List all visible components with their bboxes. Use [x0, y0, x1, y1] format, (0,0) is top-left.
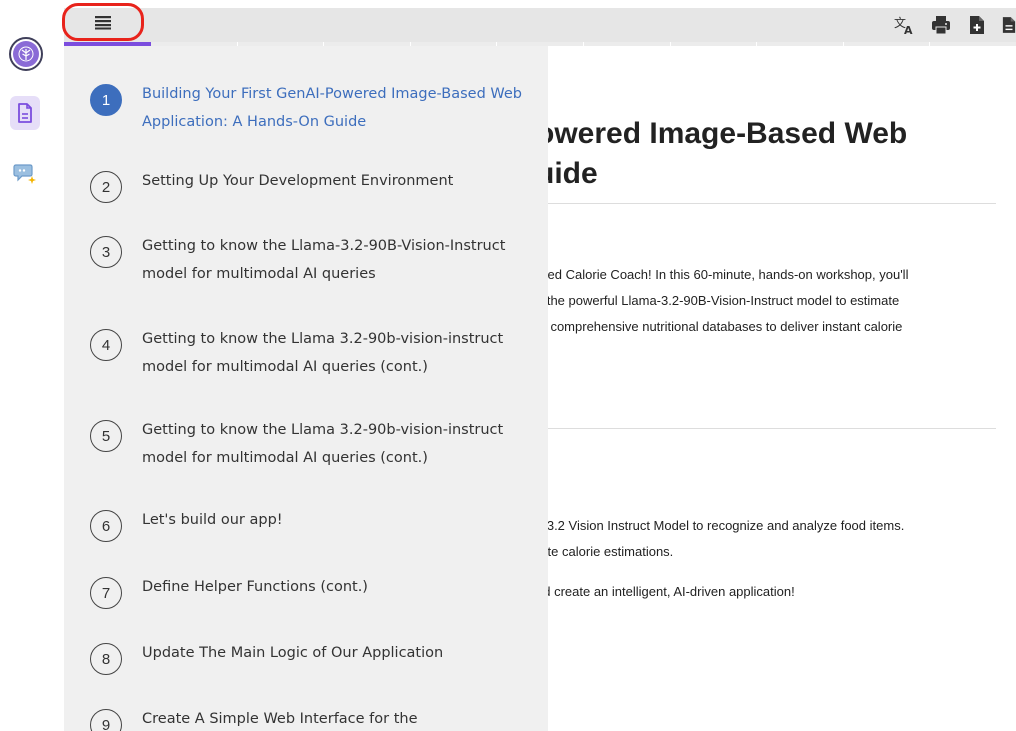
add-document-button[interactable] — [966, 14, 988, 36]
add-document-icon — [970, 16, 984, 34]
chat-sparkle-icon — [13, 164, 36, 184]
toolbar-actions: 文 A — [894, 11, 1016, 39]
toc-item-number: 9 — [90, 709, 122, 731]
toc-item-5[interactable]: 5 Getting to know the Llama 3.2-90b-visi… — [90, 420, 530, 472]
objective-line-3: rate calorie estimations. — [536, 544, 674, 559]
toc-item-6[interactable]: 6 Let's build our app! — [90, 510, 530, 542]
toc-item-8[interactable]: 8 Update The Main Logic of Our Applicati… — [90, 643, 530, 675]
toc-item-label: Getting to know the Llama 3.2-90b-vision… — [142, 422, 504, 466]
hamburger-menu-icon — [95, 16, 111, 30]
page-title: owered Image-Based Web uide — [536, 114, 1016, 194]
toc-item-label: Setting Up Your Development Environment — [142, 173, 454, 189]
print-button[interactable] — [930, 14, 952, 36]
toc-item-number: 2 — [90, 171, 122, 203]
section-divider — [536, 203, 996, 204]
toc-item-label: Update The Main Logic of Our Application — [142, 645, 444, 661]
toc-item-number: 3 — [90, 236, 122, 268]
toc-item-9[interactable]: 9 Create A Simple Web Interface for the — [90, 709, 530, 731]
rail-ai-chat-button[interactable] — [10, 156, 40, 190]
translate-button[interactable]: 文 A — [894, 14, 916, 36]
section-divider — [536, 428, 996, 429]
toc-item-number: 4 — [90, 329, 122, 361]
toc-item-label: Let's build our app! — [142, 512, 283, 528]
toc-item-label: Building Your First GenAI-Powered Image-… — [142, 86, 523, 130]
toc-item-number: 8 — [90, 643, 122, 675]
intro-line-1: ered Calorie Coach! In this 60-minute, h… — [536, 267, 909, 282]
page-title-line1: owered Image-Based Web — [536, 117, 908, 150]
objective-line-1: . — [536, 486, 1006, 512]
toc-item-label: Create A Simple Web Interface for the — [142, 711, 418, 727]
objective-line-4: nd create an intelligent, AI-driven appl… — [536, 584, 795, 599]
translate-icon: 文 A — [894, 15, 913, 35]
toc-item-number: 5 — [90, 420, 122, 452]
rail-document-button[interactable] — [10, 96, 40, 130]
document-button[interactable] — [1002, 14, 1016, 36]
toc-item-1[interactable]: 1 Building Your First GenAI-Powered Imag… — [90, 84, 530, 136]
document-icon — [1002, 17, 1016, 33]
document-icon — [18, 103, 32, 123]
toc-menu-button[interactable] — [62, 3, 144, 41]
top-toolbar — [64, 8, 1016, 42]
print-icon — [932, 16, 950, 35]
app-window: 文 A owered Image-Based Web uide ered Cal… — [0, 0, 1016, 731]
toc-item-number: 7 — [90, 577, 122, 609]
intro-line-2: g the powerful Llama-3.2-90B-Vision-Inst… — [536, 293, 900, 308]
toc-item-number: 6 — [90, 510, 122, 542]
toc-item-4[interactable]: 4 Getting to know the Llama 3.2-90b-visi… — [90, 329, 530, 381]
toc-item-label: Getting to know the Llama-3.2-90B-Vision… — [142, 238, 506, 282]
toc-item-3[interactable]: 3 Getting to know the Llama-3.2-90B-Visi… — [90, 236, 530, 288]
svg-text:A: A — [904, 24, 913, 35]
objective-line-2: a 3.2 Vision Instruct Model to recognize… — [536, 518, 905, 533]
toc-item-label: Define Helper Functions (cont.) — [142, 579, 368, 595]
toc-item-number: 1 — [90, 84, 122, 116]
tree-logo-icon[interactable] — [9, 37, 43, 71]
toc-item-2[interactable]: 2 Setting Up Your Development Environmen… — [90, 171, 530, 203]
left-rail — [0, 0, 64, 731]
intro-line-3: th comprehensive nutritional databases t… — [536, 319, 903, 334]
toc-item-label: Getting to know the Llama 3.2-90b-vision… — [142, 331, 504, 375]
toc-item-7[interactable]: 7 Define Helper Functions (cont.) — [90, 577, 530, 609]
table-of-contents-panel: 1 Building Your First GenAI-Powered Imag… — [64, 46, 548, 731]
